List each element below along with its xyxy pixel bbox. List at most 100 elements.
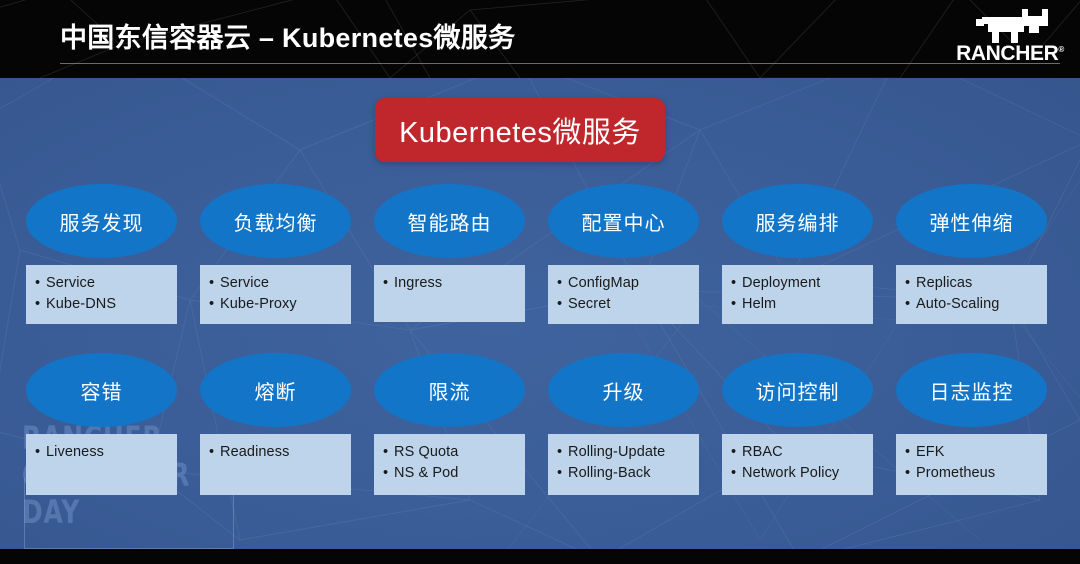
main-title-label: Kubernetes微服务 bbox=[399, 117, 641, 149]
bullet-icon: • bbox=[557, 296, 563, 312]
capability-title-label: 配置中心 bbox=[581, 212, 666, 235]
capability-item-box: • Rolling-Update • Rolling-Back bbox=[548, 434, 699, 495]
list-item-label: RBAC bbox=[742, 444, 783, 460]
list-item-label: Rolling-Update bbox=[568, 444, 666, 460]
capability-item-box: • EFK • Prometheus bbox=[896, 434, 1047, 495]
bullet-icon: • bbox=[557, 444, 563, 460]
list-item: • Rolling-Update bbox=[557, 442, 690, 463]
capability-cell: 限流 • RS Quota • NS & Pod bbox=[374, 353, 525, 495]
rancher-wordmark-text: RANCHER bbox=[956, 42, 1059, 65]
list-item-label: Kube-DNS bbox=[46, 296, 117, 312]
bullet-icon: • bbox=[905, 275, 911, 291]
capability-title-ellipse: 服务发现 bbox=[26, 184, 177, 258]
capability-title-label: 容错 bbox=[80, 381, 123, 404]
list-item: • NS & Pod bbox=[383, 463, 516, 484]
trademark-symbol: ® bbox=[1058, 45, 1064, 54]
page-title: 中国东信容器云 – Kubernetes微服务 bbox=[60, 23, 516, 53]
bullet-icon: • bbox=[35, 275, 41, 291]
list-item: • Kube-DNS bbox=[35, 294, 168, 315]
list-item-label: Prometheus bbox=[916, 465, 996, 481]
list-item-label: Rolling-Back bbox=[568, 465, 651, 481]
list-item-label: Service bbox=[220, 275, 270, 291]
list-item-label: Secret bbox=[568, 296, 611, 312]
capability-title-ellipse: 服务编排 bbox=[722, 184, 873, 258]
capability-grid: 服务发现 • Service • Kube-DNS 负载均衡 • Service • Kube-P… bbox=[26, 184, 1054, 495]
list-item-label: Network Policy bbox=[742, 465, 840, 481]
capability-item-box: • Replicas • Auto-Scaling bbox=[896, 265, 1047, 324]
bullet-icon: • bbox=[209, 275, 215, 291]
list-item: • Auto-Scaling bbox=[905, 294, 1038, 315]
bullet-icon: • bbox=[905, 444, 911, 460]
rancher-wordmark: RANCHER® bbox=[954, 42, 1066, 66]
bottom-band bbox=[0, 549, 1080, 564]
bull-icon bbox=[976, 9, 1048, 43]
list-item-label: Service bbox=[46, 275, 96, 291]
capability-item-box: • Service • Kube-DNS bbox=[26, 265, 177, 324]
list-item: • Rolling-Back bbox=[557, 463, 690, 484]
capability-title-ellipse: 配置中心 bbox=[548, 184, 699, 258]
capability-cell: 弹性伸缩 • Replicas • Auto-Scaling bbox=[896, 184, 1047, 324]
list-item-label: ConfigMap bbox=[568, 275, 640, 291]
list-item: • EFK bbox=[905, 442, 1038, 463]
list-item-label: Kube-Proxy bbox=[220, 296, 297, 312]
bullet-icon: • bbox=[731, 465, 737, 481]
capability-row: 服务发现 • Service • Kube-DNS 负载均衡 • Service • Kube-P… bbox=[26, 184, 1054, 324]
capability-item-box: • Deployment • Helm bbox=[722, 265, 873, 324]
capability-cell: 日志监控 • EFK • Prometheus bbox=[896, 353, 1047, 495]
list-item: • Service bbox=[35, 273, 168, 294]
bullet-icon: • bbox=[557, 275, 563, 291]
list-item: • Liveness bbox=[35, 442, 168, 463]
capability-title-ellipse: 智能路由 bbox=[374, 184, 525, 258]
capability-item-box: • Readiness bbox=[200, 434, 351, 495]
list-item: • ConfigMap bbox=[557, 273, 690, 294]
bullet-icon: • bbox=[557, 465, 563, 481]
list-item: • Prometheus bbox=[905, 463, 1038, 484]
bullet-icon: • bbox=[731, 444, 737, 460]
capability-item-box: • Ingress bbox=[374, 265, 525, 322]
list-item-label: Helm bbox=[742, 296, 777, 312]
list-item-label: Liveness bbox=[46, 444, 105, 460]
capability-cell: 容错 • Liveness bbox=[26, 353, 177, 495]
list-item: • Deployment bbox=[731, 273, 864, 294]
capability-title-ellipse: 限流 bbox=[374, 353, 525, 427]
list-item: • Helm bbox=[731, 294, 864, 315]
main-title-badge: Kubernetes微服务 bbox=[375, 98, 665, 162]
bullet-icon: • bbox=[209, 296, 215, 312]
list-item-label: Ingress bbox=[394, 275, 443, 291]
capability-cell: 访问控制 • RBAC • Network Policy bbox=[722, 353, 873, 495]
rancher-logo: RANCHER® bbox=[954, 8, 1066, 70]
capability-title-label: 弹性伸缩 bbox=[929, 212, 1014, 235]
capability-title-ellipse: 弹性伸缩 bbox=[896, 184, 1047, 258]
capability-title-label: 熔断 bbox=[254, 381, 297, 404]
list-item: • Readiness bbox=[209, 442, 342, 463]
capability-title-ellipse: 负载均衡 bbox=[200, 184, 351, 258]
capability-title-ellipse: 访问控制 bbox=[722, 353, 873, 427]
capability-item-box: • Liveness bbox=[26, 434, 177, 495]
capability-row: 容错 • Liveness 熔断 • Readiness 限流 • RS Quota • NS & … bbox=[26, 353, 1054, 495]
list-item-label: Replicas bbox=[916, 275, 973, 291]
capability-cell: 熔断 • Readiness bbox=[200, 353, 351, 495]
capability-title-label: 日志监控 bbox=[929, 381, 1014, 404]
capability-cell: 服务编排 • Deployment • Helm bbox=[722, 184, 873, 324]
list-item: • Ingress bbox=[383, 273, 516, 294]
bullet-icon: • bbox=[35, 296, 41, 312]
bullet-icon: • bbox=[731, 275, 737, 291]
bullet-icon: • bbox=[383, 444, 389, 460]
capability-cell: 智能路由 • Ingress bbox=[374, 184, 525, 322]
capability-cell: 服务发现 • Service • Kube-DNS bbox=[26, 184, 177, 324]
bullet-icon: • bbox=[383, 275, 389, 291]
capability-title-ellipse: 熔断 bbox=[200, 353, 351, 427]
capability-title-label: 限流 bbox=[428, 381, 471, 404]
capability-title-ellipse: 日志监控 bbox=[896, 353, 1047, 427]
capability-title-label: 服务发现 bbox=[59, 212, 144, 235]
list-item: • Service bbox=[209, 273, 342, 294]
list-item-label: RS Quota bbox=[394, 444, 459, 460]
list-item: • RS Quota bbox=[383, 442, 516, 463]
slide: 中国东信容器云 – Kubernetes微服务 RANCHER® DAY Kub… bbox=[0, 0, 1080, 564]
bullet-icon: • bbox=[905, 296, 911, 312]
list-item-label: EFK bbox=[916, 444, 945, 460]
capability-cell: 配置中心 • ConfigMap • Secret bbox=[548, 184, 699, 324]
list-item-label: NS & Pod bbox=[394, 465, 459, 481]
capability-title-label: 服务编排 bbox=[755, 212, 840, 235]
header-divider bbox=[60, 63, 1060, 64]
